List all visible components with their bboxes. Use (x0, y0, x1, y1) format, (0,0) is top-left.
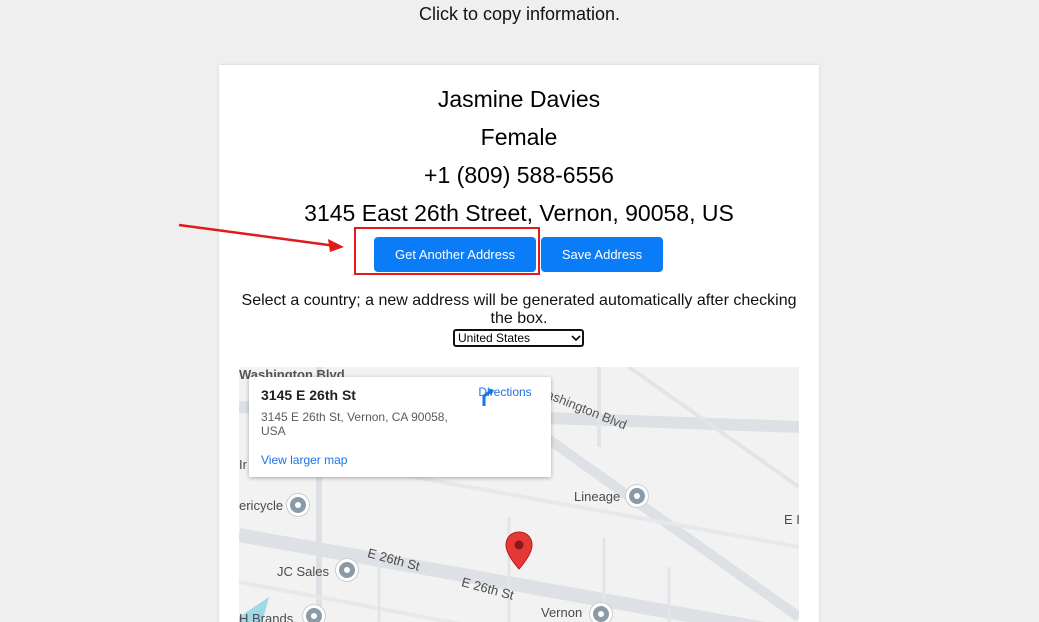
map-card-title: 3145 E 26th St (261, 387, 356, 403)
poi-icon (336, 559, 358, 581)
map-embed[interactable]: Washington Blvd ashington Blvd Lineage e… (239, 367, 799, 622)
country-selected-value: United States (458, 331, 531, 345)
map-label-jc-sales: JC Sales (277, 564, 330, 579)
map-label-e-right: E I (784, 512, 799, 527)
person-address[interactable]: 3145 East 26th Street, Vernon, 90058, US (219, 199, 819, 227)
map-label-vernon: Vernon (541, 605, 583, 620)
map-card-address: 3145 E 26th St, Vernon, CA 90058, USA (261, 410, 448, 438)
map-pin-icon (505, 531, 533, 570)
directions-button[interactable]: Directions (475, 385, 535, 406)
map-label-lineage: Lineage (574, 489, 621, 504)
poi-icon (303, 605, 325, 622)
get-another-address-button[interactable]: Get Another Address (374, 237, 536, 272)
map-label-brands: H Brands (239, 611, 294, 622)
map-label-ir: Ir (239, 457, 247, 472)
view-larger-map-link[interactable]: View larger map (261, 453, 347, 467)
chevron-down-icon (571, 335, 581, 342)
poi-icon (287, 494, 309, 516)
save-address-button[interactable]: Save Address (541, 237, 663, 272)
poi-icon (626, 485, 648, 507)
poi-icon (590, 603, 612, 622)
person-gender[interactable]: Female (219, 123, 819, 151)
country-note: Select a country; a new address will be … (241, 292, 797, 327)
person-phone[interactable]: +1 (809) 588-6556 (219, 161, 819, 189)
country-select[interactable]: United States (453, 329, 584, 347)
copy-hint: Click to copy information. (418, 4, 621, 24)
map-info-card: 3145 E 26th St 3145 E 26th St, Vernon, C… (249, 377, 551, 477)
address-card: Jasmine Davies Female +1 (809) 588-6556 … (219, 65, 819, 622)
person-name[interactable]: Jasmine Davies (219, 85, 819, 113)
map-label-ericycle: ericycle (239, 498, 284, 513)
directions-icon (482, 388, 494, 406)
